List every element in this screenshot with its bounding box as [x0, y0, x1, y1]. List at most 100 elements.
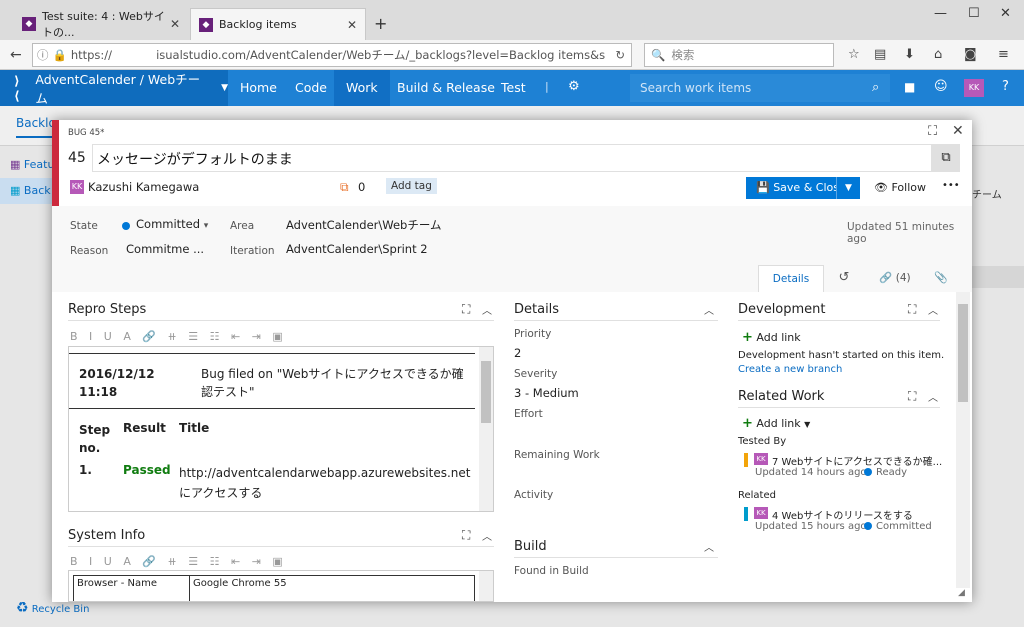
- tab-backlogs[interactable]: Backlo: [16, 116, 56, 138]
- step-number: 1.: [79, 463, 92, 477]
- fullscreen-icon[interactable]: ⛶: [928, 124, 937, 139]
- title-input[interactable]: メッセージがデフォルトのまま: [92, 144, 932, 172]
- related-item-testcase[interactable]: 7 Webサイトにアクセスできるか確...: [772, 453, 942, 468]
- tab-history[interactable]: ↺: [824, 265, 864, 292]
- pocket-icon[interactable]: ◙: [964, 47, 977, 62]
- back-arrow-icon[interactable]: ←: [10, 47, 22, 63]
- url-prefix: https://: [70, 48, 113, 62]
- nav-home[interactable]: Home: [228, 70, 289, 106]
- marketplace-bag-icon[interactable]: ■: [904, 80, 915, 94]
- nav-work[interactable]: Work: [334, 70, 390, 106]
- state-select[interactable]: Committed ▾: [136, 217, 216, 235]
- collapse-chevron-icon[interactable]: ︿: [928, 389, 938, 404]
- related-item-pbi[interactable]: 4 Webサイトのリリースをする: [772, 507, 913, 522]
- state-dot: [864, 468, 872, 476]
- window-close-icon[interactable]: ✕: [1000, 6, 1011, 21]
- dev-add-link-button[interactable]: + Add link: [742, 330, 801, 345]
- related-label: Related: [738, 490, 776, 501]
- col-title-header: Title: [179, 421, 210, 435]
- save-dropdown-button[interactable]: ▼: [836, 177, 860, 199]
- team-snippet: チーム: [972, 190, 1002, 201]
- tested-by-label: Tested By: [738, 436, 787, 447]
- system-info-editor[interactable]: Browser - Name Google Chrome 55: [68, 570, 494, 602]
- more-actions-button[interactable]: •••: [942, 180, 960, 191]
- tab-label: Details: [772, 273, 810, 285]
- url-text: isualstudio.com/AdventCalender/Webチーム/_b…: [156, 48, 607, 62]
- dialog-close-icon[interactable]: ✕: [952, 123, 964, 139]
- tab-attachments[interactable]: 📎: [926, 265, 956, 292]
- severity-value[interactable]: 3 - Medium: [514, 386, 579, 400]
- search-work-items-input[interactable]: Search work items: [630, 74, 890, 102]
- copy-icon[interactable]: ⧉: [932, 144, 960, 172]
- info-icon[interactable]: ⓘ: [33, 47, 53, 63]
- tab-details[interactable]: Details: [758, 265, 824, 292]
- related-add-link-button[interactable]: + Add link ▼: [742, 416, 810, 431]
- iteration-value[interactable]: AdventCalender\Sprint 2: [286, 242, 428, 256]
- collapse-chevron-icon[interactable]: ︿: [928, 302, 938, 317]
- reload-icon[interactable]: ↻: [615, 48, 631, 62]
- nav-code[interactable]: Code: [283, 70, 339, 106]
- browser-search-input[interactable]: 🔍 検索: [644, 43, 834, 67]
- testcase-color-bar: [744, 453, 748, 467]
- scrollbar[interactable]: [479, 347, 493, 511]
- dialog-scrollbar[interactable]: [956, 292, 970, 588]
- resize-grip-icon[interactable]: ◢: [958, 588, 965, 598]
- search-icon[interactable]: ⌕: [872, 80, 879, 95]
- reason-label: Reason: [70, 245, 109, 257]
- assignee-name[interactable]: Kazushi Kamegawa: [88, 180, 199, 194]
- maximize-icon[interactable]: ☐: [968, 6, 980, 21]
- collapse-chevron-icon[interactable]: ︿: [482, 302, 492, 317]
- expand-icon[interactable]: ⛶: [908, 389, 916, 404]
- home-icon[interactable]: ⌂: [934, 47, 942, 62]
- comments-icon[interactable]: ⧉: [340, 180, 349, 195]
- area-value[interactable]: AdventCalender\Webチーム: [286, 217, 441, 233]
- priority-value[interactable]: 2: [514, 346, 521, 360]
- vs-icon: ◆: [22, 17, 36, 31]
- step-title: http://adventcalendarwebapp.azurewebsite…: [179, 466, 471, 500]
- expand-icon[interactable]: ⛶: [462, 528, 470, 543]
- settings-gear-icon[interactable]: ⚙: [568, 79, 580, 94]
- browser-tab-test-suite[interactable]: ◆ Test suite: 4 : Webサイトの... ✕: [14, 8, 188, 40]
- download-icon[interactable]: ⬇: [904, 47, 915, 62]
- new-tab-button[interactable]: +: [374, 14, 387, 33]
- paperclip-icon: 📎: [934, 271, 948, 284]
- collapse-chevron-icon[interactable]: ︿: [704, 539, 714, 554]
- collapse-chevron-icon[interactable]: ︿: [482, 528, 492, 543]
- close-icon[interactable]: ✕: [347, 18, 357, 32]
- project-selector[interactable]: ⟩⟨ AdventCalender / Webチーム ▼: [0, 70, 228, 106]
- scrollbar-thumb[interactable]: [481, 361, 491, 423]
- rich-text-toolbar[interactable]: B I U A 🔗 ⧺ ☰ ☷ ⇤ ⇥ ▣: [70, 330, 287, 343]
- expand-icon[interactable]: ⛶: [908, 302, 916, 317]
- cell-divider: [189, 575, 190, 601]
- col-step-header: Step no.: [79, 423, 111, 455]
- smiley-feedback-icon[interactable]: ☺: [934, 79, 948, 94]
- col-result-header: Result: [123, 421, 166, 435]
- updated-text: Updated 51 minutes ago: [847, 221, 955, 245]
- nav-test[interactable]: Test: [489, 70, 538, 106]
- reason-value[interactable]: Commitme ...: [126, 242, 204, 256]
- url-bar[interactable]: ⓘ 🔒 https:// isualstudio.com/AdventCalen…: [32, 43, 632, 67]
- repro-steps-editor[interactable]: 2016/12/12 11:18 Bug filed on "Webサイトにアク…: [68, 346, 494, 512]
- follow-button[interactable]: 👁 Follow: [874, 181, 926, 194]
- expand-icon[interactable]: ⛶: [462, 302, 470, 317]
- reading-list-icon[interactable]: ▤: [874, 47, 886, 62]
- minimize-icon[interactable]: —: [934, 6, 947, 21]
- menu-icon[interactable]: ≡: [998, 47, 1009, 62]
- recycle-bin-link[interactable]: ♻ Recycle Bin: [16, 600, 89, 616]
- collapse-chevron-icon[interactable]: ︿: [704, 302, 714, 317]
- scrollbar-thumb[interactable]: [958, 304, 968, 402]
- tab-links[interactable]: 🔗 (4): [864, 265, 926, 292]
- create-branch-link[interactable]: Create a new branch: [738, 364, 842, 375]
- sidebar-item-backlog[interactable]: ▦ Back: [0, 178, 52, 204]
- rich-text-toolbar[interactable]: B I U A 🔗 ⧺ ☰ ☷ ⇤ ⇥ ▣: [70, 555, 287, 568]
- help-icon[interactable]: ?: [1002, 79, 1009, 94]
- sidebar-item-features[interactable]: ▦ Featu: [10, 158, 54, 171]
- bookmark-star-icon[interactable]: ☆: [848, 47, 860, 62]
- user-avatar[interactable]: KK: [964, 79, 984, 97]
- scrollbar[interactable]: [479, 571, 493, 601]
- related-item-meta: Updated 15 hours ago,: [755, 521, 870, 532]
- repro-steps-title: Repro Steps: [68, 302, 147, 317]
- close-icon[interactable]: ✕: [170, 17, 180, 31]
- browser-tab-backlog[interactable]: ◆ Backlog items ✕: [190, 8, 366, 40]
- add-tag-button[interactable]: Add tag: [386, 178, 437, 194]
